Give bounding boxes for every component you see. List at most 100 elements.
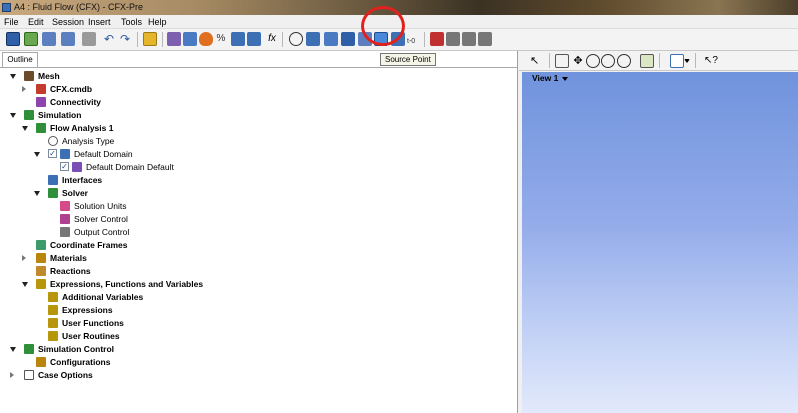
boundary-icon [72, 162, 82, 172]
tree-item[interactable]: Analysis Type [0, 135, 510, 148]
expand-open-icon[interactable] [34, 191, 40, 196]
expressions-icon [48, 305, 58, 315]
redo-icon[interactable]: ↷ [118, 32, 132, 46]
menu-help[interactable]: Help [146, 16, 169, 28]
configurations-icon [36, 357, 46, 367]
copy-icon[interactable] [446, 32, 460, 46]
expand-open-icon[interactable] [22, 282, 28, 287]
menu-tools[interactable]: Tools [119, 16, 144, 28]
tree-item-label: Reactions [50, 266, 91, 276]
checkbox[interactable]: ✓ [48, 149, 57, 158]
menu-insert[interactable]: Insert [86, 16, 113, 28]
tree-item[interactable]: Solver Control [0, 213, 510, 226]
undo-icon[interactable]: ↶ [102, 32, 116, 46]
highlight-circle [361, 6, 405, 46]
tree-item[interactable]: Output Control [0, 226, 510, 239]
tree-item[interactable]: Reactions [0, 265, 510, 278]
tree-item-label: Solver [62, 188, 88, 198]
help-pointer-icon[interactable]: ↖? [704, 54, 718, 68]
save-icon[interactable] [6, 32, 20, 46]
boundary-toolbar-icon[interactable] [183, 32, 197, 46]
outline-pane: Outline Mesh CFX.cmdb Connectivity Simulati… [0, 51, 518, 413]
import-mesh-icon[interactable] [42, 32, 56, 46]
tree-item[interactable]: Configurations [0, 356, 510, 369]
rotate-icon[interactable] [555, 54, 569, 68]
interface-toolbar-icon[interactable] [247, 32, 261, 46]
expand-open-icon[interactable] [10, 74, 16, 79]
expand-closed-icon[interactable] [22, 255, 26, 261]
mesh-tools-icon[interactable] [61, 32, 75, 46]
menu-edit[interactable]: Edit [26, 16, 46, 28]
tree-item[interactable]: Materials [0, 252, 510, 265]
tree-item[interactable]: ✓ Default Domain [0, 148, 510, 161]
fit-view-icon[interactable] [640, 54, 654, 68]
case-options-icon [24, 370, 34, 380]
tree-item[interactable]: Flow Analysis 1 [0, 122, 510, 135]
solver-icon [48, 188, 58, 198]
window-title: A4 : Fluid Flow (CFX) - CFX-Pre [14, 2, 144, 12]
menu-session[interactable]: Session [50, 16, 86, 28]
tree-item[interactable]: Mesh [0, 70, 510, 83]
tree-item-label: Flow Analysis 1 [50, 123, 114, 133]
function-icon[interactable]: fx [265, 32, 279, 46]
expand-open-icon[interactable] [10, 113, 16, 118]
edit-icon[interactable] [143, 32, 157, 46]
print-icon[interactable] [82, 32, 96, 46]
clock-icon [48, 136, 58, 146]
tree-item[interactable]: User Routines [0, 330, 510, 343]
percent-icon[interactable]: % [214, 32, 228, 46]
tree-item[interactable]: CFX.cmdb [0, 83, 510, 96]
paste-icon[interactable] [462, 32, 476, 46]
tree-item[interactable]: Expressions [0, 304, 510, 317]
tree-item[interactable]: Coordinate Frames [0, 239, 510, 252]
tree-item[interactable]: Simulation [0, 109, 510, 122]
tree-item[interactable]: Case Options [0, 369, 510, 382]
expand-closed-icon[interactable] [10, 372, 14, 378]
viewport-layout-icon[interactable] [670, 54, 684, 68]
tree-item-label: User Functions [62, 318, 124, 328]
solver-toolbar-icon[interactable] [306, 32, 320, 46]
tab-outline[interactable]: Outline [2, 52, 38, 68]
zoom-icon[interactable] [586, 54, 600, 68]
view-selector[interactable]: View 1 [532, 73, 569, 83]
expand-open-icon[interactable] [22, 126, 28, 131]
tree-item-label: Materials [50, 253, 87, 263]
analysis-clock-icon[interactable] [289, 32, 303, 46]
tree-item[interactable]: User Functions [0, 317, 510, 330]
tree-item-label: Default Domain Default [86, 162, 174, 172]
mesh-file-icon [36, 84, 46, 94]
chevron-down-icon[interactable] [684, 59, 690, 63]
tree-item[interactable]: Interfaces [0, 174, 510, 187]
tree-item[interactable]: ✓ Default Domain Default [0, 161, 510, 174]
source-icon[interactable] [341, 32, 355, 46]
tree-item[interactable]: Additional Variables [0, 291, 510, 304]
3d-viewport[interactable]: View 1 [522, 72, 798, 413]
zoom-box-icon[interactable] [601, 54, 615, 68]
tree-item[interactable]: Connectivity [0, 96, 510, 109]
tree-item-label: Coordinate Frames [50, 240, 128, 250]
tree-item-label: Simulation [38, 110, 82, 120]
subdomain-icon[interactable] [231, 32, 245, 46]
expand-open-icon[interactable] [34, 152, 40, 157]
flame-icon[interactable] [199, 32, 213, 46]
layout-icon[interactable] [478, 32, 492, 46]
flow-analysis-icon [36, 123, 46, 133]
checkbox[interactable]: ✓ [60, 162, 69, 171]
coord-frame-icon[interactable]: t-0 [407, 32, 421, 46]
tree-item[interactable]: Solution Units [0, 200, 510, 213]
select-icon[interactable]: ↖ [530, 54, 544, 68]
tree-item[interactable]: Expressions, Functions and Variables [0, 278, 510, 291]
user-routines-icon [48, 331, 58, 341]
expand-open-icon[interactable] [10, 347, 16, 352]
zoom-fit-icon[interactable] [617, 54, 631, 68]
pan-icon[interactable]: ✥ [571, 54, 585, 68]
refresh-icon[interactable] [24, 32, 38, 46]
tree-item[interactable]: Solver [0, 187, 510, 200]
domain-toolbar-icon[interactable] [167, 32, 181, 46]
monitor-icon[interactable] [324, 32, 338, 46]
tree-item[interactable]: Simulation Control [0, 343, 510, 356]
menu-file[interactable]: File [2, 16, 21, 28]
tree-item-label: Expressions, Functions and Variables [50, 279, 204, 289]
chart-icon[interactable] [430, 32, 444, 46]
expand-closed-icon[interactable] [22, 86, 26, 92]
